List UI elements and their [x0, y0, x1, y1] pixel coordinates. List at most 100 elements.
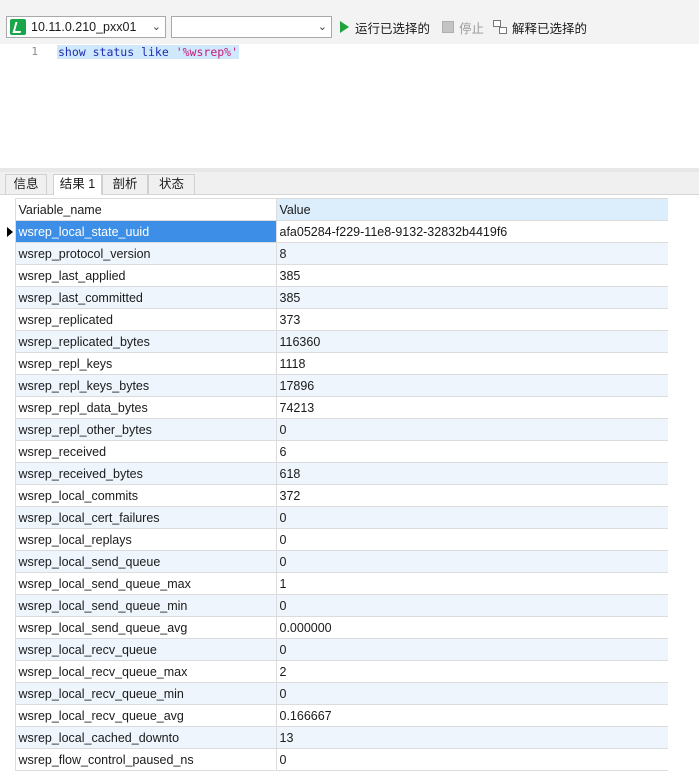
sql-string-literal: '%wsrep%'	[175, 45, 239, 59]
table-row[interactable]: wsrep_local_recv_queue_min 0	[5, 682, 669, 705]
table-row[interactable]: wsrep_replicated_bytes 116360	[5, 330, 669, 353]
cell-variable-name[interactable]: wsrep_replicated_bytes	[14, 330, 277, 353]
cell-variable-name[interactable]: wsrep_flow_control_paused_ns	[14, 748, 277, 771]
table-row[interactable]: wsrep_local_commits 372	[5, 484, 669, 507]
row-indicator	[5, 682, 15, 705]
cell-value[interactable]: 74213	[275, 396, 669, 419]
table-row[interactable]: wsrep_repl_other_bytes 0	[5, 418, 669, 441]
table-row[interactable]: wsrep_local_replays 0	[5, 528, 669, 551]
cell-variable-name[interactable]: wsrep_repl_keys	[14, 352, 277, 375]
table-row[interactable]: wsrep_local_send_queue_max 1	[5, 572, 669, 595]
cell-variable-name[interactable]: wsrep_local_recv_queue_min	[14, 682, 277, 705]
tab-profile[interactable]: 剖析	[102, 174, 148, 194]
cell-value[interactable]: 0	[275, 418, 669, 441]
table-row[interactable]: wsrep_local_send_queue 0	[5, 550, 669, 573]
cell-variable-name[interactable]: wsrep_repl_data_bytes	[14, 396, 277, 419]
cell-value[interactable]: 0	[275, 506, 669, 529]
row-indicator	[5, 704, 15, 727]
cell-variable-name[interactable]: wsrep_received	[14, 440, 277, 463]
row-indicator	[5, 418, 15, 441]
cell-value[interactable]: 0	[275, 528, 669, 551]
table-row[interactable]: wsrep_received 6	[5, 440, 669, 463]
table-row[interactable]: wsrep_local_send_queue_avg 0.000000	[5, 616, 669, 639]
cell-variable-name[interactable]: wsrep_local_send_queue	[14, 550, 277, 573]
cell-value[interactable]: 1	[275, 572, 669, 595]
cell-value[interactable]: afa05284-f229-11e8-9132-32832b4419f6	[275, 220, 669, 243]
cell-value[interactable]: 0.000000	[275, 616, 669, 639]
table-row[interactable]: wsrep_protocol_version 8	[5, 242, 669, 265]
cell-variable-name[interactable]: wsrep_protocol_version	[14, 242, 277, 265]
cell-variable-name[interactable]: wsrep_local_send_queue_max	[14, 572, 277, 595]
table-row[interactable]: wsrep_received_bytes 618	[5, 462, 669, 485]
run-selected-button[interactable]: 运行已选择的	[340, 18, 430, 36]
cell-value[interactable]: 385	[275, 286, 669, 309]
connection-select[interactable]: 10.11.0.210_pxx01 ⌄	[6, 16, 166, 38]
table-row[interactable]: wsrep_local_recv_queue_max 2	[5, 660, 669, 683]
cell-variable-name[interactable]: wsrep_repl_keys_bytes	[14, 374, 277, 397]
cell-variable-name[interactable]: wsrep_local_recv_queue_avg	[14, 704, 277, 727]
row-indicator	[5, 484, 15, 507]
cell-value[interactable]: 13	[275, 726, 669, 749]
sql-editor[interactable]: 1 show status like '%wsrep%'	[0, 44, 699, 168]
table-row[interactable]: wsrep_repl_keys 1118	[5, 352, 669, 375]
result-tabs: 信息 结果 1 剖析 状态	[0, 172, 699, 195]
table-row[interactable]: wsrep_flow_control_paused_ns 0	[5, 748, 669, 771]
cell-value[interactable]: 6	[275, 440, 669, 463]
cell-variable-name[interactable]: wsrep_replicated	[14, 308, 277, 331]
cell-variable-name[interactable]: wsrep_received_bytes	[14, 462, 277, 485]
cell-variable-name[interactable]: wsrep_local_cert_failures	[14, 506, 277, 529]
cell-value[interactable]: 0	[275, 594, 669, 617]
column-header-variable-name[interactable]: Variable_name	[14, 198, 277, 221]
table-row[interactable]: wsrep_local_recv_queue 0	[5, 638, 669, 661]
tab-info[interactable]: 信息	[5, 174, 47, 194]
chevron-down-icon: ⌄	[317, 21, 327, 33]
table-row[interactable]: wsrep_last_applied 385	[5, 264, 669, 287]
cell-variable-name[interactable]: wsrep_local_cached_downto	[14, 726, 277, 749]
cell-variable-name[interactable]: wsrep_local_recv_queue_max	[14, 660, 277, 683]
cell-value[interactable]: 116360	[275, 330, 669, 353]
cell-value[interactable]: 618	[275, 462, 669, 485]
cell-variable-name[interactable]: wsrep_local_send_queue_min	[14, 594, 277, 617]
cell-variable-name[interactable]: wsrep_local_recv_queue	[14, 638, 277, 661]
cell-variable-name[interactable]: wsrep_repl_other_bytes	[14, 418, 277, 441]
cell-value[interactable]: 2	[275, 660, 669, 683]
cell-value[interactable]: 17896	[275, 374, 669, 397]
result-grid: Variable_name Value wsrep_local_state_uu…	[5, 198, 669, 771]
sql-line: show status like '%wsrep%'	[57, 45, 240, 59]
cell-variable-name[interactable]: wsrep_local_send_queue_avg	[14, 616, 277, 639]
tab-result-1[interactable]: 结果 1	[53, 174, 102, 195]
cell-value[interactable]: 0.166667	[275, 704, 669, 727]
cell-value[interactable]: 372	[275, 484, 669, 507]
cell-value[interactable]: 8	[275, 242, 669, 265]
table-row[interactable]: wsrep_repl_data_bytes 74213	[5, 396, 669, 419]
cell-variable-name[interactable]: wsrep_local_state_uuid	[14, 220, 277, 243]
cell-value[interactable]: 0	[275, 550, 669, 573]
table-row[interactable]: wsrep_local_send_queue_min 0	[5, 594, 669, 617]
table-row[interactable]: wsrep_local_cached_downto 13	[5, 726, 669, 749]
explain-selected-button[interactable]: 解释已选择的	[493, 18, 587, 36]
stop-button[interactable]: 停止	[442, 18, 484, 36]
cell-value[interactable]: 385	[275, 264, 669, 287]
sql-keywords: show status like	[58, 45, 176, 59]
table-row[interactable]: wsrep_local_recv_queue_avg 0.166667	[5, 704, 669, 727]
row-indicator	[5, 506, 15, 529]
cell-variable-name[interactable]: wsrep_last_committed	[14, 286, 277, 309]
table-row[interactable]: wsrep_local_cert_failures 0	[5, 506, 669, 529]
cell-value[interactable]: 0	[275, 748, 669, 771]
row-indicator	[5, 308, 15, 331]
cell-value[interactable]: 1118	[275, 352, 669, 375]
table-row[interactable]: wsrep_last_committed 385	[5, 286, 669, 309]
cell-variable-name[interactable]: wsrep_local_commits	[14, 484, 277, 507]
tab-status[interactable]: 状态	[148, 174, 195, 194]
column-header-value[interactable]: Value	[275, 198, 669, 221]
cell-value[interactable]: 0	[275, 682, 669, 705]
table-row[interactable]: wsrep_repl_keys_bytes 17896	[5, 374, 669, 397]
cell-value[interactable]: 373	[275, 308, 669, 331]
cell-variable-name[interactable]: wsrep_last_applied	[14, 264, 277, 287]
table-row[interactable]: wsrep_replicated 373	[5, 308, 669, 331]
cell-variable-name[interactable]: wsrep_local_replays	[14, 528, 277, 551]
explain-icon	[493, 20, 507, 34]
database-select[interactable]: ⌄	[171, 16, 332, 38]
table-row[interactable]: wsrep_local_state_uuid afa05284-f229-11e8…	[5, 220, 669, 243]
cell-value[interactable]: 0	[275, 638, 669, 661]
